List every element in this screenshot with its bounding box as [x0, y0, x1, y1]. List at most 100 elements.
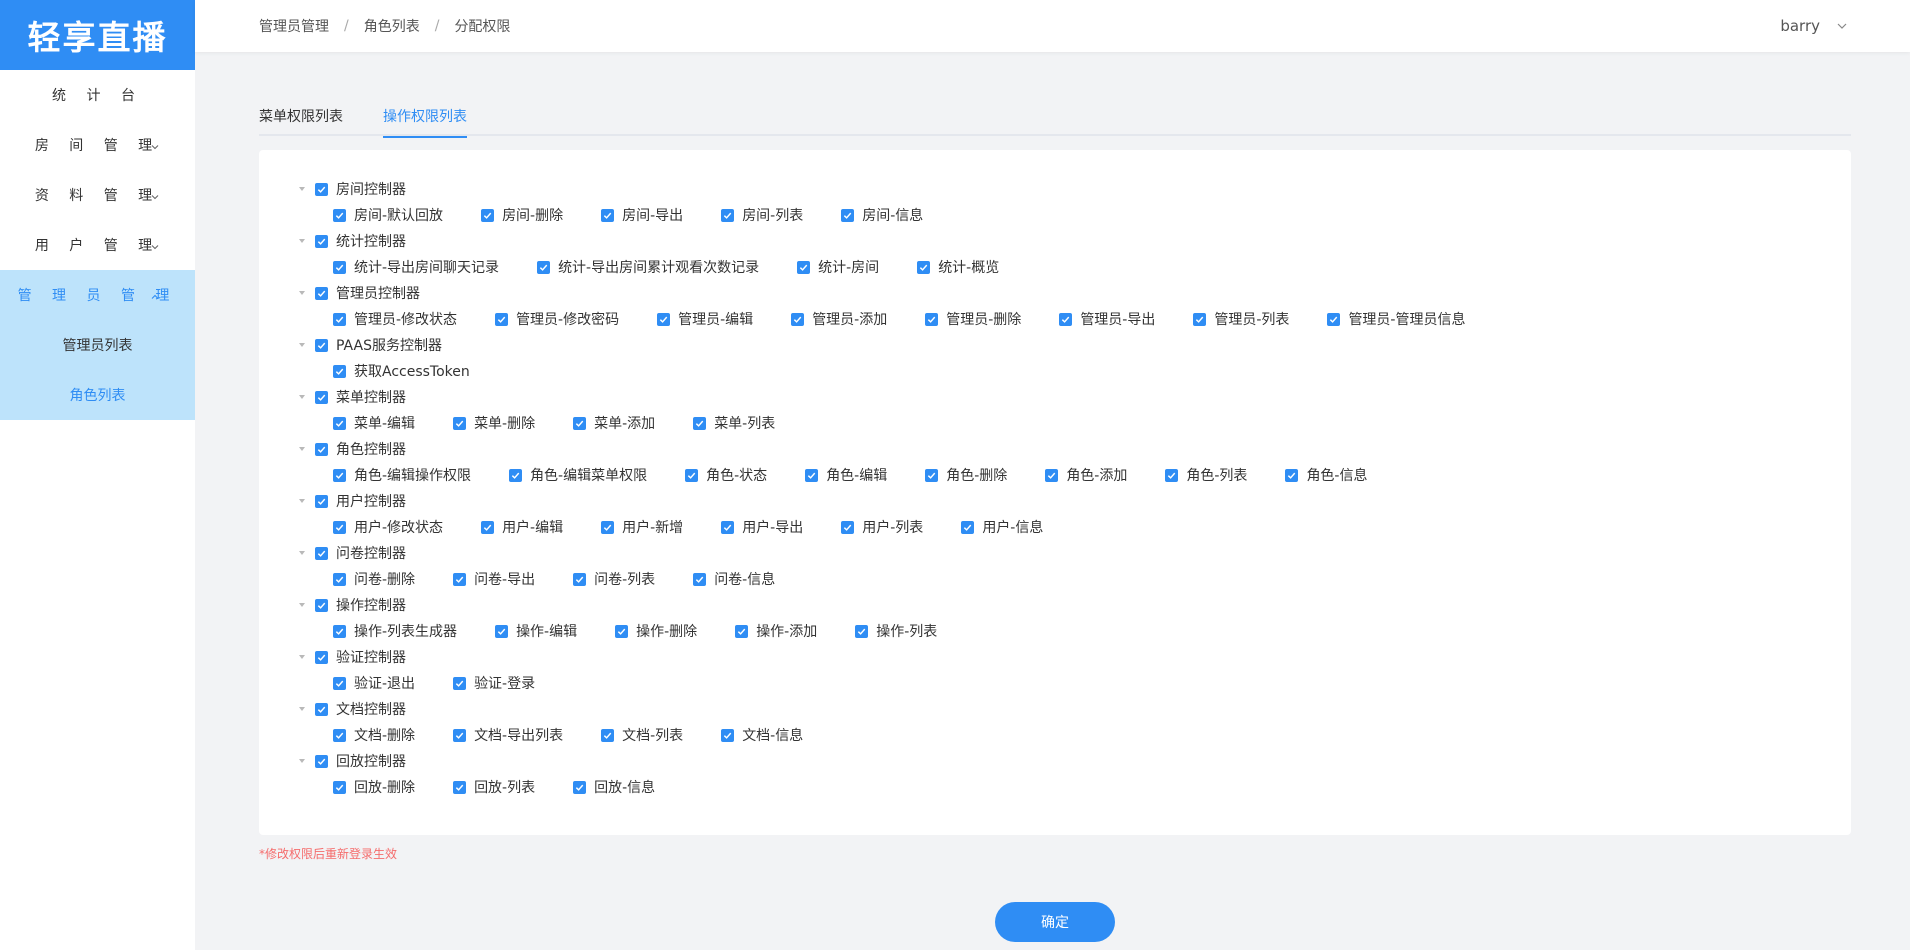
checkbox[interactable] [925, 312, 939, 326]
caret-down-icon[interactable] [295, 338, 309, 352]
checkbox[interactable] [453, 728, 467, 742]
checkbox[interactable] [1059, 312, 1073, 326]
checkbox[interactable] [315, 286, 328, 300]
tree-leaf[interactable]: 管理员-导出 [1059, 309, 1155, 329]
tree-leaf[interactable]: 操作-列表生成器 [333, 621, 457, 641]
checkbox[interactable] [315, 234, 328, 248]
confirm-button[interactable]: 确定 [995, 902, 1115, 942]
tree-node-label[interactable]: 回放控制器 [336, 751, 406, 771]
tree-leaf[interactable]: 操作-删除 [615, 621, 697, 641]
checkbox[interactable] [791, 312, 805, 326]
caret-down-icon[interactable] [295, 754, 309, 768]
tree-node-label[interactable]: 操作控制器 [336, 595, 406, 615]
checkbox[interactable] [333, 364, 346, 378]
tree-leaf[interactable]: 菜单-列表 [693, 413, 775, 433]
sidebar-item[interactable]: 资 料 管 理 [0, 170, 195, 220]
tree-leaf[interactable]: 统计-导出房间累计观看次数记录 [537, 257, 759, 277]
caret-down-icon[interactable] [295, 442, 309, 456]
caret-down-icon[interactable] [295, 234, 309, 248]
checkbox[interactable] [573, 780, 587, 794]
tree-leaf[interactable]: 房间-默认回放 [333, 205, 443, 225]
tree-leaf[interactable]: 用户-新增 [601, 517, 683, 537]
tree-leaf[interactable]: 角色-列表 [1165, 465, 1247, 485]
tree-leaf[interactable]: 用户-列表 [841, 517, 923, 537]
checkbox[interactable] [925, 468, 939, 482]
tree-leaf[interactable]: 管理员-删除 [925, 309, 1021, 329]
checkbox[interactable] [315, 442, 328, 456]
checkbox[interactable] [855, 624, 869, 638]
caret-down-icon[interactable] [295, 546, 309, 560]
checkbox[interactable] [333, 676, 346, 690]
tree-node-label[interactable]: 问卷控制器 [336, 543, 406, 563]
tree-leaf[interactable]: 获取AccessToken [333, 361, 470, 381]
checkbox[interactable] [315, 390, 328, 404]
checkbox[interactable] [495, 312, 509, 326]
tree-node-label[interactable]: 管理员控制器 [336, 283, 420, 303]
checkbox[interactable] [453, 416, 467, 430]
checkbox[interactable] [453, 572, 467, 586]
checkbox[interactable] [693, 416, 707, 430]
tree-leaf[interactable]: 统计-房间 [797, 257, 879, 277]
tree-node-label[interactable]: 用户控制器 [336, 491, 406, 511]
checkbox[interactable] [685, 468, 699, 482]
checkbox[interactable] [721, 728, 735, 742]
checkbox[interactable] [453, 780, 467, 794]
tree-leaf[interactable]: 菜单-编辑 [333, 413, 415, 433]
tab-menu-permissions[interactable]: 菜单权限列表 [259, 106, 343, 136]
tree-leaf[interactable]: 菜单-删除 [453, 413, 535, 433]
tree-leaf[interactable]: 角色-编辑菜单权限 [509, 465, 647, 485]
checkbox[interactable] [315, 754, 328, 768]
checkbox[interactable] [315, 338, 328, 352]
checkbox[interactable] [573, 572, 587, 586]
tree-leaf[interactable]: 房间-信息 [841, 205, 923, 225]
checkbox[interactable] [721, 520, 735, 534]
tree-leaf[interactable]: 管理员-添加 [791, 309, 887, 329]
caret-down-icon[interactable] [295, 494, 309, 508]
checkbox[interactable] [315, 494, 328, 508]
checkbox[interactable] [333, 520, 346, 534]
caret-down-icon[interactable] [295, 598, 309, 612]
checkbox[interactable] [1165, 468, 1179, 482]
checkbox[interactable] [333, 416, 346, 430]
checkbox[interactable] [333, 260, 346, 274]
tree-leaf[interactable]: 角色-编辑操作权限 [333, 465, 471, 485]
tree-leaf[interactable]: 管理员-编辑 [657, 309, 753, 329]
sidebar-item[interactable]: 统 计 台 [0, 70, 195, 120]
checkbox[interactable] [481, 520, 495, 534]
tree-leaf[interactable]: 统计-概览 [917, 257, 999, 277]
checkbox[interactable] [615, 624, 629, 638]
tree-leaf[interactable]: 问卷-导出 [453, 569, 535, 589]
checkbox[interactable] [453, 676, 467, 690]
submenu-item[interactable]: 角色列表 [0, 370, 195, 420]
tree-node-label[interactable]: 菜单控制器 [336, 387, 406, 407]
tree-leaf[interactable]: 文档-列表 [601, 725, 683, 745]
tree-node-label[interactable]: 验证控制器 [336, 647, 406, 667]
checkbox[interactable] [333, 468, 346, 482]
checkbox[interactable] [315, 650, 328, 664]
tree-leaf[interactable]: 角色-删除 [925, 465, 1007, 485]
caret-down-icon[interactable] [295, 702, 309, 716]
tree-leaf[interactable]: 角色-状态 [685, 465, 767, 485]
tab-operation-permissions[interactable]: 操作权限列表 [383, 106, 467, 138]
tree-leaf[interactable]: 角色-信息 [1285, 465, 1368, 485]
checkbox[interactable] [495, 624, 509, 638]
checkbox[interactable] [797, 260, 811, 274]
tree-node-label[interactable]: 房间控制器 [336, 179, 406, 199]
tree-leaf[interactable]: 房间-导出 [601, 205, 683, 225]
tree-leaf[interactable]: 管理员-列表 [1193, 309, 1289, 329]
checkbox[interactable] [333, 312, 346, 326]
checkbox[interactable] [961, 520, 975, 534]
checkbox[interactable] [333, 780, 346, 794]
tree-leaf[interactable]: 管理员-管理员信息 [1327, 309, 1466, 329]
checkbox[interactable] [805, 468, 819, 482]
tree-leaf[interactable]: 文档-信息 [721, 725, 803, 745]
checkbox[interactable] [333, 624, 346, 638]
checkbox[interactable] [601, 520, 615, 534]
checkbox[interactable] [315, 598, 328, 612]
tree-leaf[interactable]: 操作-列表 [855, 621, 937, 641]
tree-leaf[interactable]: 用户-修改状态 [333, 517, 443, 537]
tree-node-label[interactable]: PAAS服务控制器 [336, 335, 442, 355]
tree-leaf[interactable]: 回放-信息 [573, 777, 655, 797]
tree-leaf[interactable]: 文档-导出列表 [453, 725, 563, 745]
checkbox[interactable] [693, 572, 707, 586]
